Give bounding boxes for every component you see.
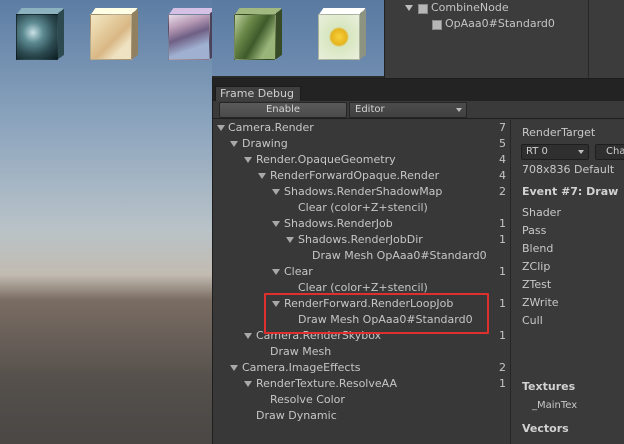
scene-cube[interactable] <box>16 8 64 60</box>
frame-debug-window: Frame Debug Enable Editor Camera.Render … <box>212 78 624 444</box>
tree-row-label: Shadows.RenderShadowMap <box>284 185 443 198</box>
tree-row-count: 1 <box>499 297 506 310</box>
event-tree[interactable]: Camera.Render 7 Drawing 5 Render.OpaqueG… <box>213 120 510 444</box>
vectors-heading: Vectors <box>522 422 569 435</box>
chevron-down-icon <box>578 150 584 154</box>
tree-row-count: 2 <box>499 185 506 198</box>
tree-row[interactable]: Clear 1 <box>213 264 510 280</box>
expand-arrow-icon[interactable] <box>230 141 238 147</box>
prop-shader: Shader <box>522 206 561 219</box>
panel-divider <box>588 0 589 78</box>
tree-row-label: Draw Mesh <box>270 345 332 358</box>
hierarchy-panel: CombineNode OpAaa0#Standard0 <box>384 0 624 78</box>
tree-row[interactable]: Shadows.RenderJob 1 <box>213 216 510 232</box>
tree-row-count: 2 <box>499 361 506 374</box>
prop-zwrite: ZWrite <box>522 296 559 309</box>
tree-row-label: Clear (color+Z+stencil) <box>298 201 428 214</box>
tree-row-label: Clear <box>284 265 313 278</box>
expand-arrow-icon[interactable] <box>272 269 280 275</box>
tree-row[interactable]: Draw Mesh OpAaa0#Standard0 <box>213 248 510 264</box>
tree-row-count: 7 <box>499 121 506 134</box>
tree-row-count: 4 <box>499 169 506 182</box>
expand-arrow-icon[interactable] <box>286 237 294 243</box>
prop-cull: Cull <box>522 314 543 327</box>
tree-row[interactable]: Clear (color+Z+stencil) <box>213 200 510 216</box>
expand-arrow-icon[interactable] <box>230 365 238 371</box>
tree-row-label: Resolve Color <box>270 393 345 406</box>
tree-row[interactable]: Shadows.RenderJobDir 1 <box>213 232 510 248</box>
tree-row-count: 5 <box>499 137 506 150</box>
scene-view[interactable] <box>0 0 212 444</box>
prop-pass: Pass <box>522 224 547 237</box>
tree-row-count: 1 <box>499 377 506 390</box>
tree-row-label: RenderTexture.ResolveAA <box>256 377 397 390</box>
expand-arrow-icon[interactable] <box>272 221 280 227</box>
event-title: Event #7: Draw <box>522 185 619 198</box>
tree-row-label: Camera.ImageEffects <box>242 361 361 374</box>
tree-row-label: Render.OpaqueGeometry <box>256 153 396 166</box>
highlight-box <box>264 293 489 334</box>
expand-arrow-icon[interactable] <box>244 157 252 163</box>
tree-row[interactable]: Render.OpaqueGeometry 4 <box>213 152 510 168</box>
editor-dropdown-value: Editor <box>355 104 385 115</box>
tree-row-label: Shadows.RenderJobDir <box>298 233 423 246</box>
tree-row-label: Draw Dynamic <box>256 409 337 422</box>
tree-row-label: Camera.Render <box>228 121 314 134</box>
tree-row-label: Draw Mesh OpAaa0#Standard0 <box>312 249 487 262</box>
render-target-label: RenderTarget <box>522 126 596 139</box>
tree-row-count: 1 <box>499 233 506 246</box>
texture-name: _MainTex <box>532 400 578 411</box>
hierarchy-item-combinenode[interactable]: CombineNode <box>405 0 509 16</box>
chevron-down-icon <box>456 108 462 112</box>
tree-row-count: 1 <box>499 217 506 230</box>
channel-dropdown[interactable]: Cha <box>595 144 624 160</box>
tree-row[interactable]: Camera.ImageEffects 2 <box>213 360 510 376</box>
toolbar: Enable Editor <box>213 101 624 119</box>
tree-row[interactable]: RenderTexture.ResolveAA 1 <box>213 376 510 392</box>
event-details-panel: RenderTarget RT 0 Cha 708x836 Default Ev… <box>511 120 624 444</box>
tree-row[interactable]: RenderForwardOpaque.Render 4 <box>213 168 510 184</box>
expand-arrow-icon[interactable] <box>258 173 266 179</box>
tab-frame-debug[interactable]: Frame Debug <box>215 86 301 101</box>
expand-arrow-icon[interactable] <box>217 125 225 131</box>
tree-row-label: Shadows.RenderJob <box>284 217 393 230</box>
channel-value: Cha <box>606 146 624 157</box>
render-target-value: RT 0 <box>526 146 548 157</box>
enable-button[interactable]: Enable <box>219 102 347 118</box>
hierarchy-item-opaaa0[interactable]: OpAaa0#Standard0 <box>431 16 555 32</box>
tree-row[interactable]: Shadows.RenderShadowMap 2 <box>213 184 510 200</box>
tree-row[interactable]: Draw Mesh <box>213 344 510 360</box>
scene-cube[interactable] <box>318 8 366 60</box>
scene-cube[interactable] <box>90 8 138 60</box>
expand-arrow-icon[interactable] <box>244 333 252 339</box>
tree-row-label: RenderForwardOpaque.Render <box>270 169 440 182</box>
gameobject-icon <box>417 3 427 13</box>
textures-heading: Textures <box>522 380 576 393</box>
expand-arrow-icon[interactable] <box>272 189 280 195</box>
tree-row[interactable]: Camera.Render 7 <box>213 120 510 136</box>
tab-bar: Frame Debug <box>213 79 624 101</box>
tree-row-label: Drawing <box>242 137 288 150</box>
prop-blend: Blend <box>522 242 554 255</box>
tree-row-count: 1 <box>499 265 506 278</box>
tree-row-count: 4 <box>499 153 506 166</box>
expand-arrow-icon[interactable] <box>405 5 413 11</box>
prop-ztest: ZTest <box>522 278 552 291</box>
tree-row-count: 1 <box>499 329 506 342</box>
render-target-dropdown[interactable]: RT 0 <box>521 144 589 160</box>
scene-cube[interactable] <box>234 8 282 60</box>
tree-row[interactable]: Drawing 5 <box>213 136 510 152</box>
scene-view-sky <box>212 0 384 76</box>
tree-row[interactable]: Resolve Color <box>213 392 510 408</box>
editor-dropdown[interactable]: Editor <box>349 102 467 118</box>
gameobject-icon <box>431 19 441 29</box>
resolution-text: 708x836 Default <box>522 163 615 176</box>
scene-cube[interactable] <box>168 8 212 60</box>
expand-arrow-icon[interactable] <box>244 381 252 387</box>
prop-zclip: ZClip <box>522 260 551 273</box>
tree-row[interactable]: Draw Dynamic <box>213 408 510 424</box>
